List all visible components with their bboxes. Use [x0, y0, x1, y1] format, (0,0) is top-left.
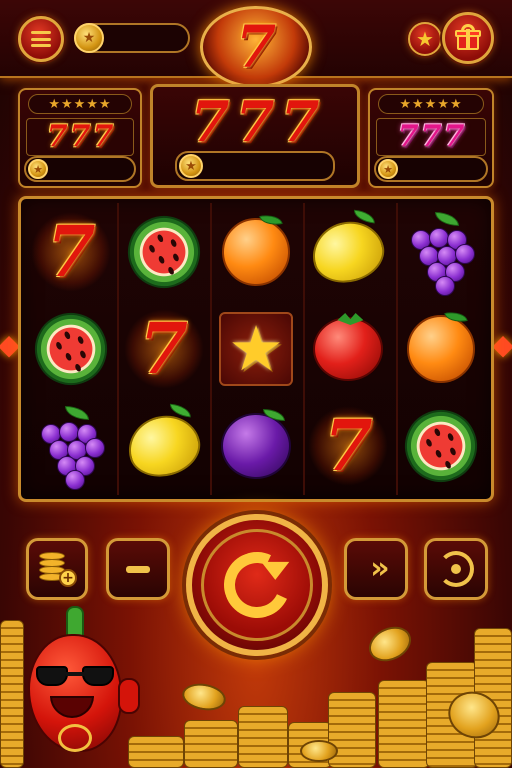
jackpot-right-seven-2: 7 — [420, 119, 442, 154]
autoplay-icon — [438, 551, 474, 587]
menu-button[interactable] — [18, 16, 64, 62]
jackpot-center-amount-bar: ★ — [175, 151, 335, 181]
gold-chain-icon — [58, 724, 92, 752]
gift-button[interactable] — [442, 12, 494, 64]
sunglasses-icon — [36, 666, 116, 688]
grapes-icon — [405, 211, 477, 296]
seven-symbol-text: 7 — [139, 306, 188, 390]
jackpot-right-seven-1: 7 — [397, 119, 419, 154]
coin-decoration — [180, 680, 228, 714]
gift-icon — [455, 24, 481, 50]
star-coin-icon: ★ — [378, 159, 398, 179]
reel-cell — [210, 203, 302, 300]
reel-cell: 7 — [25, 203, 117, 300]
star-icon: ★ — [416, 27, 434, 51]
star-coin-icon: ★ — [28, 159, 48, 179]
game-logo: 7 — [200, 6, 312, 88]
jackpot-left-amount-bar: ★ — [24, 156, 136, 182]
favorites-button[interactable]: ★ — [408, 22, 442, 56]
grapes-icon — [35, 406, 107, 491]
jackpot-left-seven-2: 7 — [69, 119, 91, 154]
reel-cell — [302, 203, 394, 300]
autoplay-button[interactable] — [424, 538, 488, 600]
reel-grid: 7 7 ★ 7 — [18, 196, 494, 502]
jackpot-panel-right: ★★★★★ 7 7 7 ★ — [368, 88, 494, 188]
coin-decoration — [363, 620, 417, 668]
menu-icon — [31, 31, 51, 47]
decrease-bet-button[interactable] — [106, 538, 170, 600]
jackpot-right-amount-bar: ★ — [374, 156, 488, 182]
lemon-icon — [121, 403, 207, 485]
jackpot-panel-left: ★★★★★ 7 7 7 ★ — [18, 88, 142, 188]
logo-seven: 7 — [235, 13, 277, 81]
coin-stack-decoration — [378, 680, 430, 768]
jackpot-panel-center: 7 7 7 ★ — [150, 84, 360, 188]
jackpot-center-seven-3: 7 — [280, 89, 320, 155]
seven-symbol-text: 7 — [46, 209, 96, 293]
jackpot-left-seven-3: 7 — [92, 119, 114, 154]
chili-mascot — [22, 606, 140, 756]
watermelon-icon — [23, 301, 120, 397]
tomato-icon — [313, 312, 384, 381]
reel-cell — [395, 300, 487, 397]
minus-icon — [126, 565, 150, 573]
watermelon-icon — [392, 398, 489, 495]
seven-icon: 7 — [123, 306, 204, 390]
reel-cell — [302, 300, 394, 397]
reel-cell: ★ — [210, 300, 302, 397]
coin-stack-decoration — [0, 620, 24, 768]
jackpot-left-stars: ★★★★★ — [28, 94, 132, 114]
spin-button[interactable] — [186, 514, 328, 656]
seven-icon: 7 — [308, 404, 389, 488]
reel-cell: 7 — [117, 300, 209, 397]
seven-icon: 7 — [31, 209, 112, 293]
orange-icon — [221, 211, 290, 286]
coin-stack-decoration — [238, 706, 288, 768]
reel-cell — [25, 398, 117, 495]
coin-stack-decoration — [184, 720, 238, 768]
reel-cell — [210, 398, 302, 495]
add-coins-button[interactable]: + — [26, 538, 88, 600]
reel-cell — [395, 203, 487, 300]
coins-plus-icon: + — [37, 551, 77, 587]
star-symbol-text: ★ — [228, 311, 284, 385]
plum-icon — [220, 409, 291, 480]
reel-cell — [117, 398, 209, 495]
reel-cell: 7 — [302, 398, 394, 495]
reel-cell — [23, 300, 120, 397]
lemon-icon — [305, 209, 391, 290]
star-icon: ★ — [218, 311, 293, 386]
spin-button-face — [201, 529, 313, 641]
reel-cell — [392, 398, 489, 495]
turbo-button[interactable]: » — [344, 538, 408, 600]
jackpot-center-seven-1: 7 — [190, 89, 230, 155]
jackpot-right-stars: ★★★★★ — [378, 94, 484, 114]
jackpot-left-seven-1: 7 — [46, 119, 68, 154]
jackpot-center-seven-2: 7 — [235, 89, 275, 155]
star-coin-icon: ★ — [74, 23, 104, 53]
orange-icon — [406, 309, 475, 383]
star-coin-icon: ★ — [179, 154, 203, 178]
fast-forward-icon: » — [370, 551, 390, 586]
reel-cell — [115, 203, 212, 300]
coin-stack-decoration — [128, 736, 184, 768]
top-bar: ★ 7 ★ — [0, 0, 512, 88]
seven-symbol-text: 7 — [324, 404, 373, 488]
jackpot-center-symbols: 7 7 7 — [163, 93, 347, 151]
balance-display: ★ — [74, 23, 190, 53]
jackpot-right-symbols: 7 7 7 — [376, 118, 486, 156]
thumbs-up-icon — [118, 678, 140, 714]
watermelon-icon — [115, 203, 212, 300]
jackpot-left-symbols: 7 7 7 — [26, 118, 134, 156]
coin-decoration — [300, 740, 338, 762]
spin-arrow-icon — [214, 542, 300, 628]
jackpot-right-seven-3: 7 — [443, 119, 465, 154]
